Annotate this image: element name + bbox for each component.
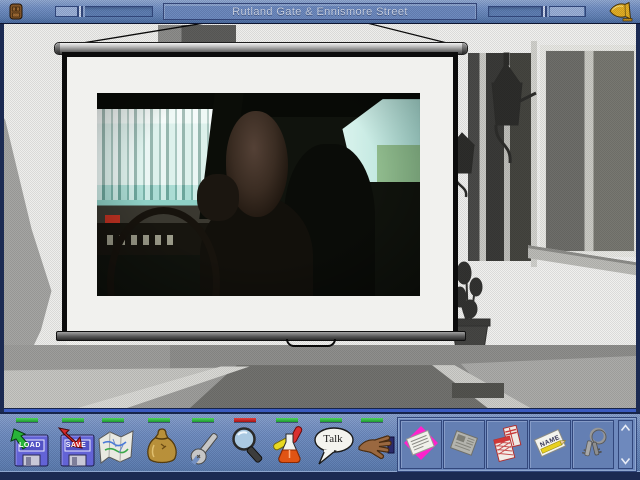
save-indicator [62,418,84,422]
wrench-icon [190,433,218,466]
load-label: LOAD [19,442,41,449]
inventory-scroll-down-button[interactable] [619,454,632,468]
money-bag-indicator [148,418,170,422]
chevron-up-icon [620,424,631,431]
inventory-item-name-card[interactable]: NAME [529,420,571,469]
shuttered-window [540,45,640,257]
talk-label: Talk [323,433,343,445]
title-slider-right[interactable] [488,6,586,17]
inventory-item-receipt[interactable] [400,420,442,469]
inventory-item-newspaper[interactable] [443,420,485,469]
doormat [452,383,504,398]
load-indicator [16,418,38,422]
hand-indicator [361,418,383,422]
red-striped-packet-icon [493,425,522,463]
wrench-indicator [192,418,214,422]
load-button[interactable]: LOAD [8,415,52,471]
flask-indicator [276,418,298,422]
receipt-on-magenta-diamond-icon [404,426,438,460]
door-icon[interactable] [6,2,26,21]
bell-icon[interactable] [608,1,634,22]
magnifier-indicator [234,418,256,422]
wrench-button[interactable] [184,415,228,471]
game-window: Rutland Gate & Ennismore Street LOAD SAV… [0,0,640,480]
hand-icon [358,435,395,460]
money-bag-button[interactable] [140,415,184,471]
inventory-item-red-packet[interactable] [486,420,528,469]
speech-bubble-icon [314,427,354,465]
flask-button[interactable] [268,415,312,471]
chevron-down-icon [620,458,631,465]
key-ring-icon [581,427,607,457]
screen-bottom-bar[interactable] [56,331,466,341]
map-button[interactable] [94,415,138,471]
money-bag-icon [147,428,177,464]
newspaper-clipping-icon [449,430,479,456]
talk-indicator [320,418,342,422]
screen-pull-handle[interactable] [286,339,336,347]
inventory-scroll-up-button[interactable] [619,421,632,435]
flask-icon [273,426,303,463]
save-label: SAVE [65,442,87,449]
save-button[interactable]: SAVE [54,415,98,471]
projected-photo-car-interior[interactable] [97,93,420,296]
magnifier-button[interactable] [226,415,270,471]
hand-button[interactable] [353,415,397,471]
inventory-item-keys[interactable] [572,420,614,469]
map-indicator [102,418,124,422]
title-bar: Rutland Gate & Ennismore Street [0,0,640,24]
photo-vignette [97,93,420,296]
magnifier-icon [232,427,263,463]
street-ground[interactable] [0,345,640,412]
toolbar-bottom-strip [0,471,640,480]
talk-button[interactable]: Talk [310,415,356,471]
map-icon [98,430,134,464]
location-title: Rutland Gate & Ennismore Street [232,5,408,18]
inventory-scrollbar [618,420,633,469]
location-title-box: Rutland Gate & Ennismore Street [163,3,477,20]
inventory-panel: NAME [397,417,637,472]
title-slider-left[interactable] [55,6,153,17]
